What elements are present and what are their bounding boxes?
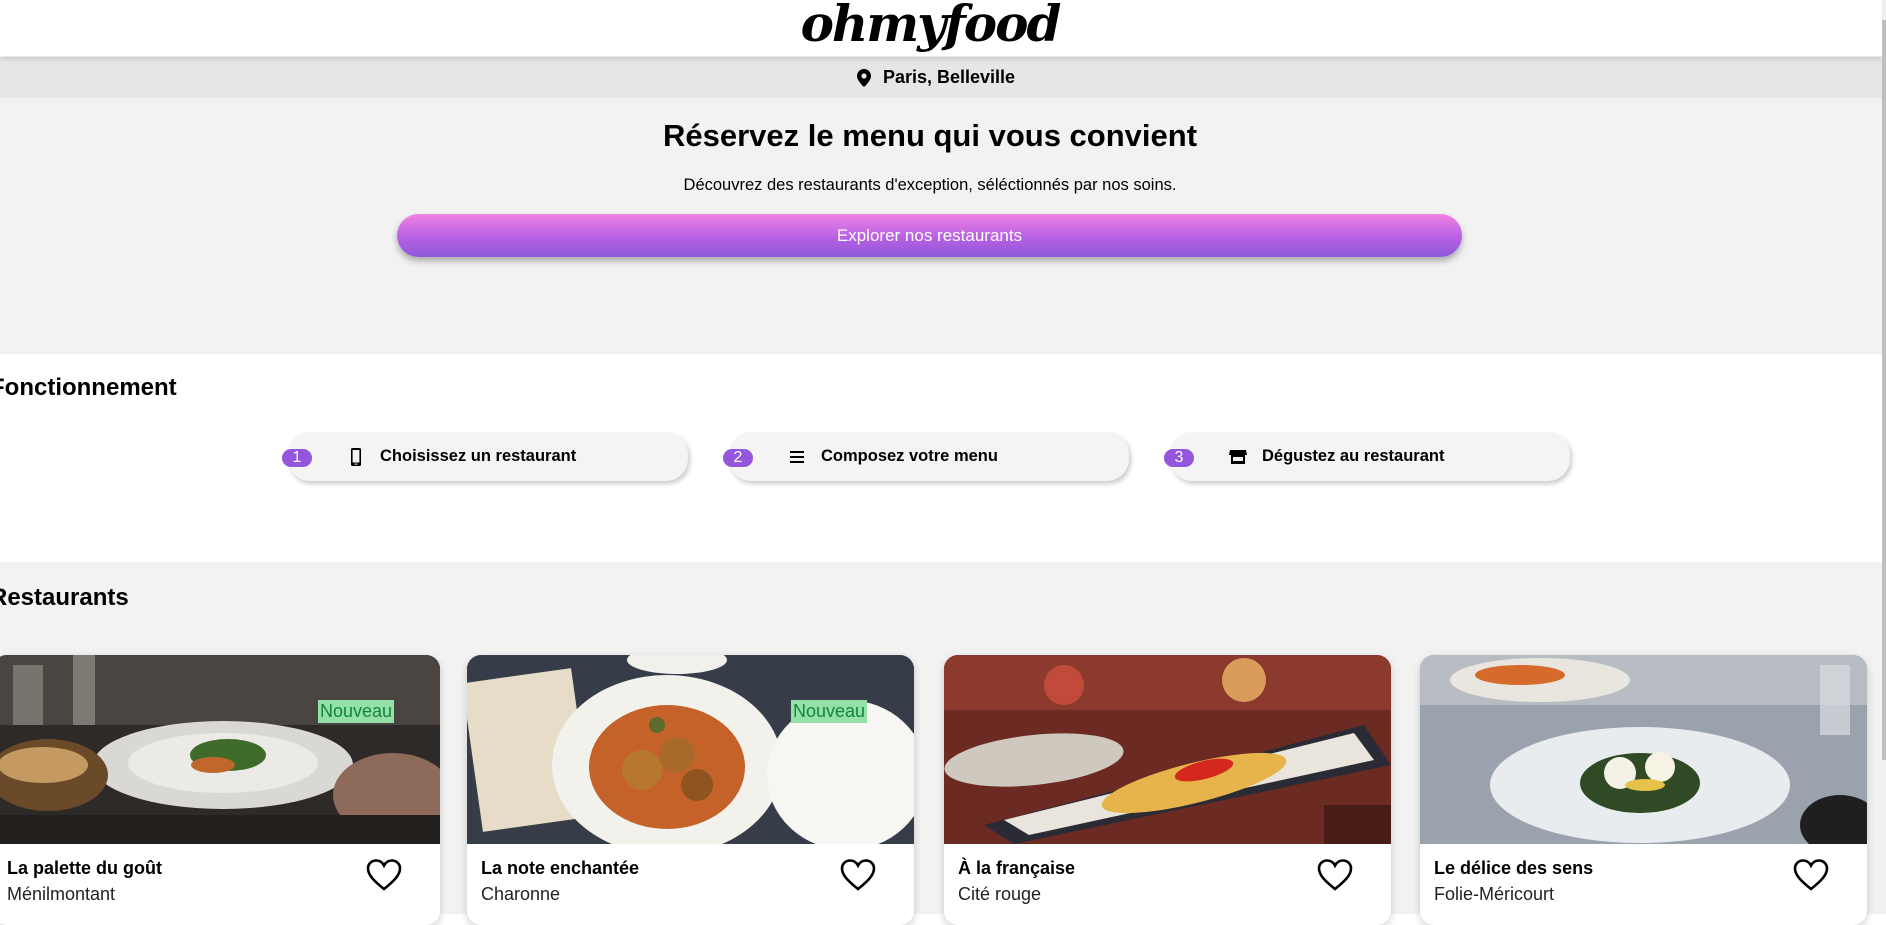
restaurant-area: Charonne <box>481 884 561 904</box>
restaurants-title: Restaurants <box>0 584 129 611</box>
heart-icon[interactable] <box>365 858 403 892</box>
hero-section: Réservez le menu qui vous convient Décou… <box>0 98 1882 354</box>
restaurant-name: À la française <box>958 858 1076 878</box>
restaurant-name: Le délice des sens <box>1434 858 1594 878</box>
vertical-scrollbar[interactable] <box>1882 0 1886 914</box>
restaurant-photo <box>0 655 440 844</box>
restaurant-area: Folie-Méricourt <box>1434 884 1555 904</box>
restaurant-name: La note enchantée <box>481 858 640 878</box>
step-label: Choisissez un restaurant <box>380 447 577 465</box>
new-badge: Nouveau <box>318 700 395 723</box>
step-label: Composez votre menu <box>821 447 998 465</box>
hero-title: Réservez le menu qui vous convient <box>662 118 1198 153</box>
step-number: 1 <box>282 449 312 467</box>
heart-icon[interactable] <box>839 858 877 892</box>
restaurant-card[interactable]: Nouveau La palette du goût Ménilmontant <box>0 655 440 925</box>
restaurant-card[interactable]: Le délice des sens Folie-Méricourt <box>1420 655 1867 925</box>
restaurant-photo <box>1420 655 1867 844</box>
list-icon <box>790 451 804 463</box>
how-it-works-section: Fonctionnement 1 Choisissez un restauran… <box>0 354 1882 562</box>
store-icon <box>1229 450 1247 464</box>
step-enjoy-restaurant: 3 Dégustez au restaurant <box>1164 432 1570 481</box>
site-header: ohmyfood <box>0 0 1882 56</box>
restaurant-name: La palette du goût <box>7 858 162 878</box>
new-badge: Nouveau <box>791 700 868 723</box>
heart-icon[interactable] <box>1792 858 1830 892</box>
step-choose-restaurant: 1 Choisissez un restaurant <box>282 432 688 481</box>
restaurant-photo <box>944 655 1391 844</box>
logo[interactable]: ohmyfood <box>0 0 1860 53</box>
hero-subtitle: Découvrez des restaurants d'exception, s… <box>683 176 1177 194</box>
scrollbar-thumb[interactable] <box>1882 20 1886 760</box>
location-label: Paris, Belleville <box>882 67 1016 87</box>
smartphone-icon <box>351 448 361 466</box>
heart-icon[interactable] <box>1316 858 1354 892</box>
restaurant-area: Cité rouge <box>958 884 1042 904</box>
restaurant-photo <box>467 655 914 844</box>
step-number: 3 <box>1164 449 1194 467</box>
location-bar: Paris, Belleville <box>0 57 1882 98</box>
restaurant-card[interactable]: Nouveau La note enchantée Charonne <box>467 655 914 925</box>
step-number: 2 <box>723 449 753 467</box>
map-pin-icon <box>856 68 871 87</box>
restaurants-section: Restaurants Nouveau La palette du goût M… <box>0 562 1882 925</box>
step-label: Dégustez au restaurant <box>1262 447 1445 465</box>
explore-restaurants-button[interactable]: Explorer nos restaurants <box>397 214 1462 257</box>
step-compose-menu: 2 Composez votre menu <box>723 432 1129 481</box>
restaurant-card[interactable]: À la française Cité rouge <box>944 655 1391 925</box>
restaurant-area: Ménilmontant <box>7 884 116 904</box>
how-title: Fonctionnement <box>0 374 177 401</box>
